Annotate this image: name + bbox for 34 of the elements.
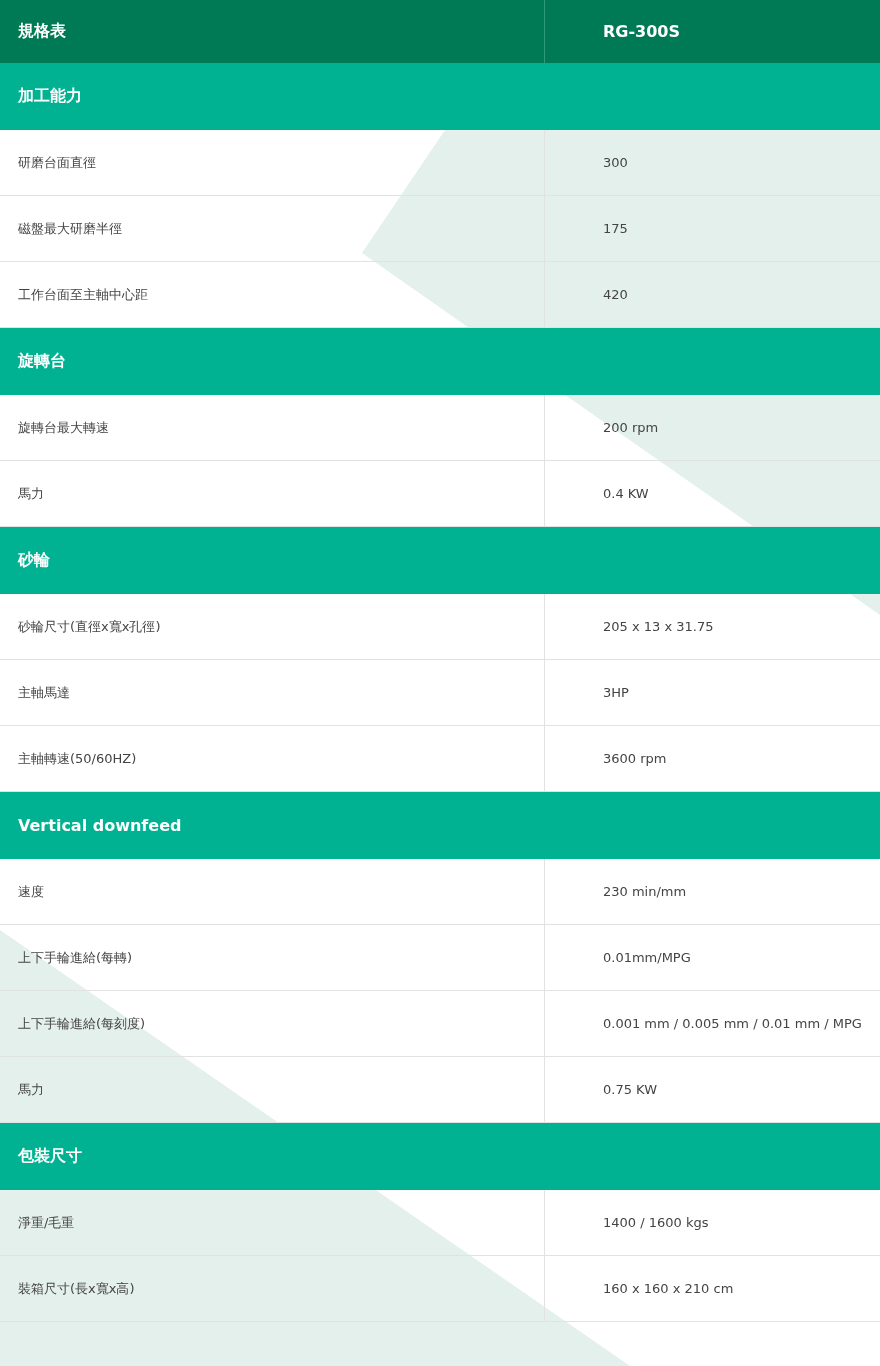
spec-label: 上下手輪進給(每刻度) (0, 991, 545, 1056)
spec-value: 175 (602, 220, 629, 238)
spec-value: 0.75 KW (602, 1081, 658, 1099)
spec-value: 1400 / 1600 kgs (602, 1214, 710, 1232)
spec-label: 馬力 (0, 1057, 545, 1122)
spec-value: 0.001 mm / 0.005 mm / 0.01 mm / MPG (602, 1015, 863, 1033)
spec-label: 上下手輪進給(每轉) (0, 925, 545, 990)
section-header: 旋轉台 (0, 328, 880, 395)
spec-label: 砂輪尺寸(直徑x寬x孔徑) (0, 594, 545, 659)
section-header: Vertical downfeed (0, 792, 880, 859)
section-header: 加工能力 (0, 63, 880, 130)
spec-label: 研磨台面直徑 (0, 130, 545, 195)
section-header: 砂輪 (0, 527, 880, 594)
spec-label: 裝箱尺寸(長x寬x高) (0, 1256, 545, 1321)
spec-label: 主軸馬達 (0, 660, 545, 725)
spec-label: 淨重/毛重 (0, 1190, 545, 1255)
spec-value: 0.4 KW (602, 485, 650, 503)
spec-label: 馬力 (0, 461, 545, 526)
spec-value: 420 (602, 286, 629, 304)
spec-label: 旋轉台最大轉速 (0, 395, 545, 460)
spec-label: 主軸轉速(50/60HZ) (0, 726, 545, 791)
spec-value: 3HP (602, 684, 630, 702)
model-heading: RG-300S (602, 21, 681, 43)
spec-value: 205 x 13 x 31.75 (602, 618, 715, 636)
spec-label: 磁盤最大研磨半徑 (0, 196, 545, 261)
spec-value: 160 x 160 x 210 cm (602, 1280, 735, 1298)
spec-value: 3600 rpm (602, 750, 668, 768)
section-header: 包裝尺寸 (0, 1123, 880, 1190)
spec-value: 200 rpm (602, 419, 660, 437)
spec-value: 300 (602, 154, 629, 172)
spec-label: 速度 (0, 859, 545, 924)
spec-label: 工作台面至主軸中心距 (0, 262, 545, 327)
spec-value: 230 min/mm (602, 883, 688, 901)
spec-value: 0.01mm/MPG (602, 949, 692, 967)
